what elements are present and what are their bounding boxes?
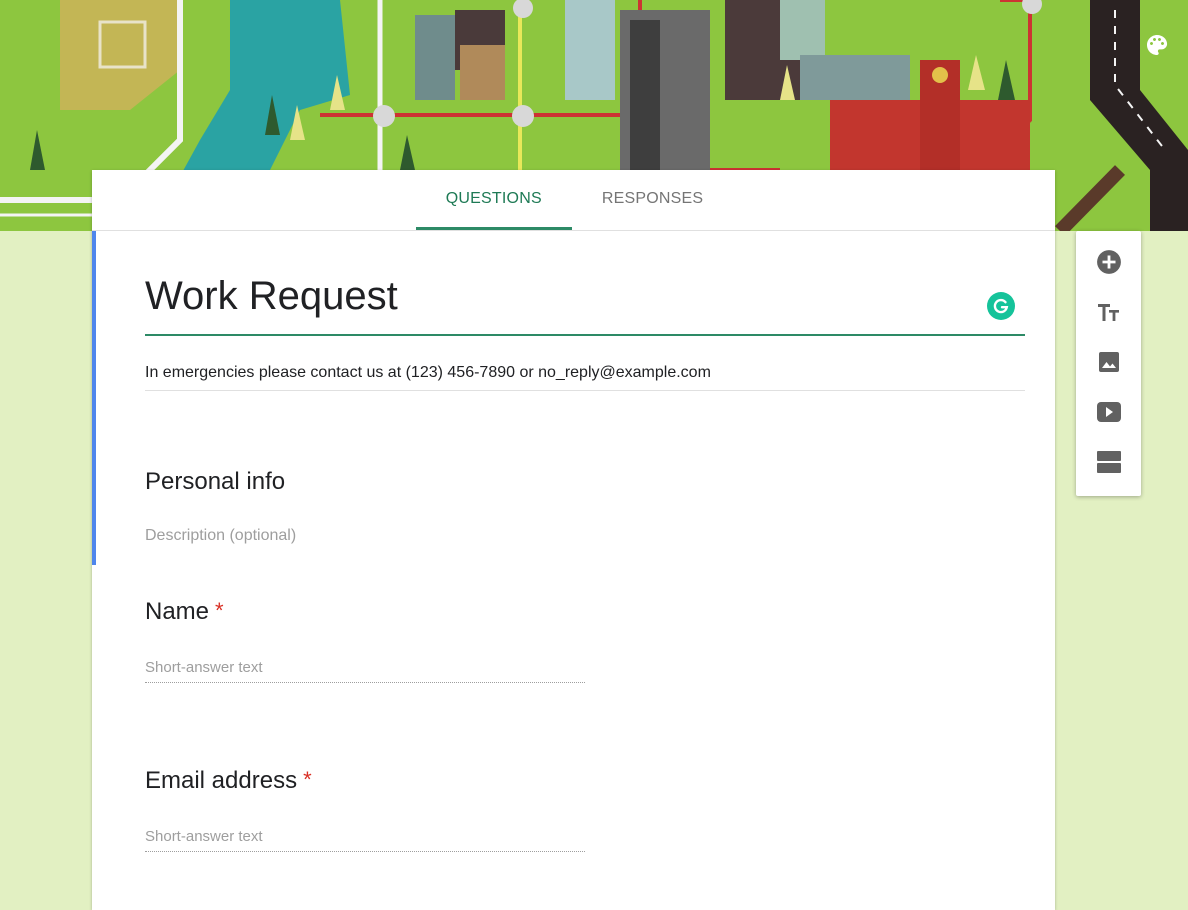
add-circle-icon (1096, 249, 1122, 280)
section-accent-bar (92, 231, 96, 565)
video-icon (1096, 401, 1122, 428)
form-title: Work Request (145, 274, 398, 318)
section-description-field[interactable]: Description (optional) (145, 527, 296, 545)
form-description-field[interactable]: In emergencies please contact us at (123… (145, 364, 1025, 391)
section-icon (1096, 450, 1122, 479)
add-title-button[interactable] (1092, 297, 1126, 331)
required-asterisk: * (303, 767, 312, 792)
short-answer-field: Short-answer text (145, 659, 585, 683)
question-title-email[interactable]: Email address * (145, 767, 312, 795)
add-question-button[interactable] (1092, 247, 1126, 281)
add-video-button[interactable] (1092, 397, 1126, 431)
section-title[interactable]: Personal info (145, 468, 285, 496)
image-icon (1097, 350, 1121, 379)
question-title-label: Email address (145, 767, 298, 794)
question-title-name[interactable]: Name * (145, 598, 224, 626)
add-image-button[interactable] (1092, 347, 1126, 381)
tab-questions[interactable]: QUESTIONS (415, 170, 572, 230)
title-text-icon (1096, 300, 1122, 329)
form-title-field[interactable]: Work Request (145, 268, 1025, 336)
form-toolbar (1076, 231, 1141, 496)
required-asterisk: * (215, 598, 224, 623)
palette-icon[interactable] (1142, 30, 1172, 60)
form-card: QUESTIONS RESPONSES Work Request In emer… (92, 170, 1055, 910)
tab-bar: QUESTIONS RESPONSES (92, 170, 1055, 231)
grammarly-icon[interactable] (987, 292, 1015, 320)
short-answer-field: Short-answer text (145, 828, 585, 852)
question-title-label: Name (145, 598, 210, 625)
add-section-button[interactable] (1092, 447, 1126, 481)
tab-responses[interactable]: RESPONSES (572, 170, 733, 230)
